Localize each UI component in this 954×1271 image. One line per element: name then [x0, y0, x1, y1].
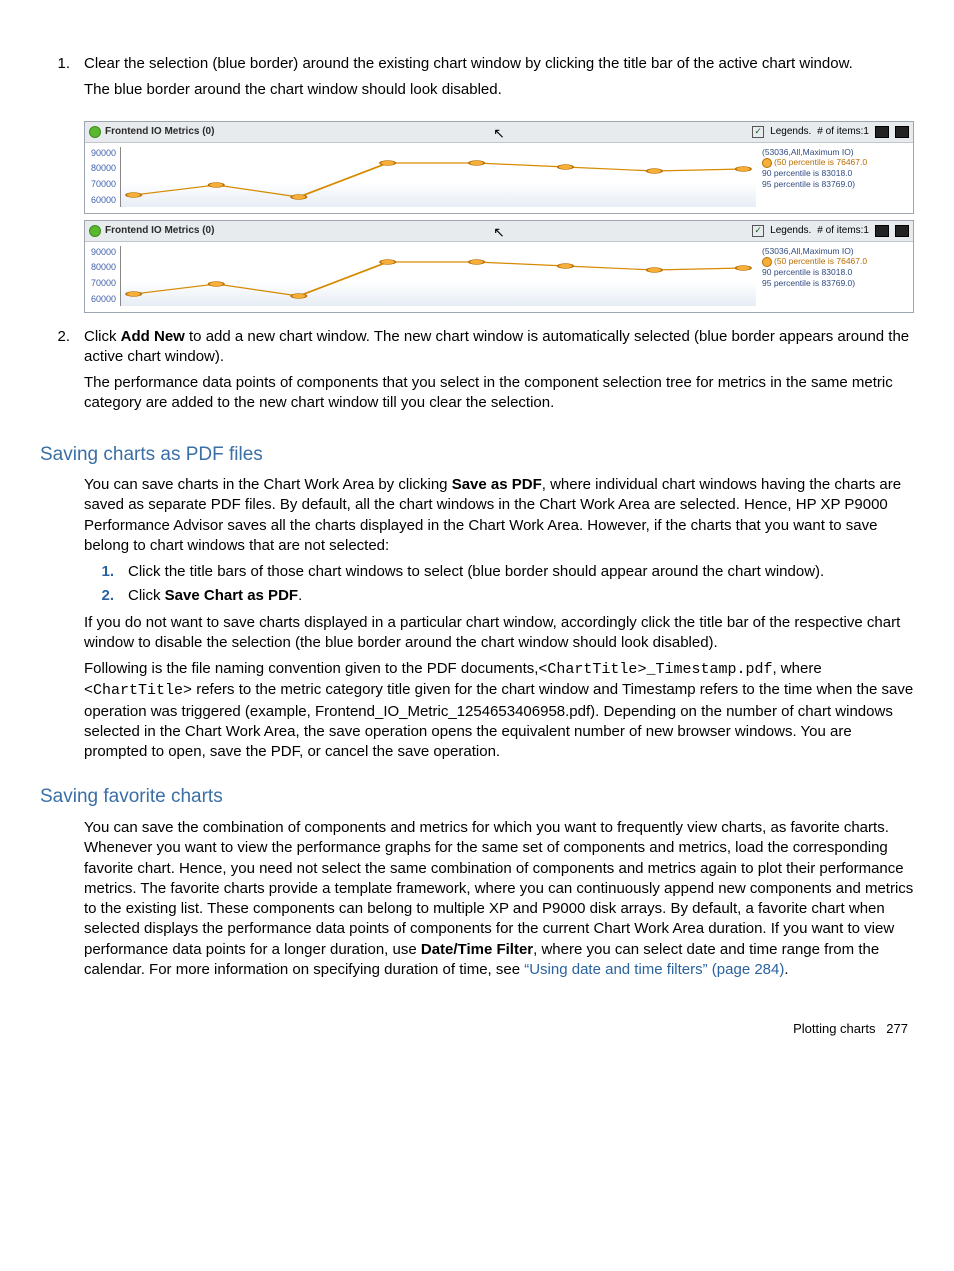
text: Click	[128, 587, 165, 604]
text: .	[784, 961, 788, 978]
chart-legend: (53036,All,Maximum IO) (50 percentile is…	[756, 246, 907, 306]
legend-p95: 95 percentile is 83769.0)	[762, 278, 907, 289]
y-tick: 90000	[91, 246, 116, 258]
text: , where	[772, 660, 821, 677]
date-time-filter-label: Date/Time Filter	[421, 941, 533, 958]
items-count: # of items:1	[817, 125, 869, 139]
y-tick: 60000	[91, 194, 116, 206]
pdf-step-2: 2. Click Save Chart as PDF.	[84, 586, 914, 606]
chart-window: Frontend IO Metrics (0) ↖ ✓ Legends. # o…	[84, 121, 914, 214]
step-2-number: 2.	[40, 327, 84, 420]
legends-checkbox[interactable]: ✓	[752, 225, 764, 237]
legend-series: (53036,All,Maximum IO)	[762, 246, 907, 257]
status-ok-icon	[89, 126, 101, 138]
legend-p95: 95 percentile is 83769.0)	[762, 179, 907, 190]
legend-p50: (50 percentile is 76467.0	[774, 256, 867, 266]
date-time-filters-link[interactable]: “Using date and time filters” (page 284)	[524, 961, 784, 978]
step-1-number: 1.	[40, 54, 84, 107]
page-footer: Plotting charts 277	[40, 1020, 914, 1038]
step-2: 2. Click Add New to add a new chart wind…	[40, 327, 914, 420]
chart-window-titlebar[interactable]: Frontend IO Metrics (0) ↖ ✓ Legends. # o…	[85, 122, 913, 143]
chart-legend: (53036,All,Maximum IO) (50 percentile is…	[756, 147, 907, 207]
y-tick: 70000	[91, 277, 116, 289]
add-new-label: Add New	[121, 328, 185, 345]
section-heading-favorite: Saving favorite charts	[40, 784, 914, 810]
y-axis-ticks: 90000 80000 70000 60000	[91, 147, 120, 207]
footer-label: Plotting charts	[793, 1021, 875, 1036]
y-axis-ticks: 90000 80000 70000 60000	[91, 246, 120, 306]
legend-swatch-icon	[762, 158, 772, 168]
pdf-p4: Following is the file naming convention …	[84, 659, 914, 762]
legend-series: (53036,All,Maximum IO)	[762, 147, 907, 158]
status-ok-icon	[89, 225, 101, 237]
window-close-icon[interactable]	[895, 126, 909, 138]
plot-area	[120, 147, 756, 207]
legends-label: Legends.	[770, 125, 811, 139]
y-tick: 80000	[91, 162, 116, 174]
cursor-arrow-icon: ↖	[493, 124, 505, 143]
items-count: # of items:1	[817, 224, 869, 238]
step-1-text2: The blue border around the chart window …	[84, 80, 914, 100]
text: Following is the file naming convention …	[84, 660, 538, 677]
list-number: 2.	[84, 586, 128, 606]
save-chart-as-pdf-label: Save Chart as PDF	[165, 587, 298, 604]
chart-window-titlebar[interactable]: Frontend IO Metrics (0) ↖ ✓ Legends. # o…	[85, 221, 913, 242]
chart-window: Frontend IO Metrics (0) ↖ ✓ Legends. # o…	[84, 220, 914, 313]
pdf-p1: You can save charts in the Chart Work Ar…	[84, 475, 914, 556]
text: You can save the combination of componen…	[84, 819, 913, 958]
window-maximize-icon[interactable]	[875, 126, 889, 138]
pdf-step-1: 1. Click the title bars of those chart w…	[84, 562, 914, 582]
chart-title: Frontend IO Metrics (0)	[105, 125, 214, 139]
pdf-p3: If you do not want to save charts displa…	[84, 613, 914, 654]
plot-area	[120, 246, 756, 306]
text: refers to the metric category title give…	[84, 681, 913, 760]
chart-windows-figure: Frontend IO Metrics (0) ↖ ✓ Legends. # o…	[84, 121, 914, 313]
window-maximize-icon[interactable]	[875, 225, 889, 237]
text: to add a new chart window. The new chart…	[84, 328, 909, 365]
step-1-text: Clear the selection (blue border) around…	[84, 54, 914, 74]
fav-p1: You can save the combination of componen…	[84, 818, 914, 980]
pdf-step-1-text: Click the title bars of those chart wind…	[128, 562, 914, 582]
y-tick: 90000	[91, 147, 116, 159]
pdf-step-2-text: Click Save Chart as PDF.	[128, 586, 914, 606]
y-tick: 70000	[91, 178, 116, 190]
step-1: 1. Clear the selection (blue border) aro…	[40, 54, 914, 107]
list-number: 1.	[84, 562, 128, 582]
window-close-icon[interactable]	[895, 225, 909, 237]
chart-title: Frontend IO Metrics (0)	[105, 224, 214, 238]
text: You can save charts in the Chart Work Ar…	[84, 476, 452, 493]
legends-label: Legends.	[770, 224, 811, 238]
legend-p90: 90 percentile is 83018.0	[762, 267, 907, 278]
section-heading-pdf: Saving charts as PDF files	[40, 442, 914, 468]
text: .	[298, 587, 302, 604]
step-2-text2: The performance data points of component…	[84, 373, 914, 414]
save-as-pdf-label: Save as PDF	[452, 476, 542, 493]
legend-p50: (50 percentile is 76467.0	[774, 157, 867, 167]
cursor-arrow-icon: ↖	[493, 223, 505, 242]
step-2-text: Click Add New to add a new chart window.…	[84, 327, 914, 368]
text: Click	[84, 328, 121, 345]
legend-p90: 90 percentile is 83018.0	[762, 168, 907, 179]
y-tick: 60000	[91, 293, 116, 305]
code-charttitle: <ChartTitle>	[84, 682, 192, 699]
legends-checkbox[interactable]: ✓	[752, 126, 764, 138]
page-number: 277	[886, 1021, 908, 1036]
code-filename-pattern: <ChartTitle>_Timestamp.pdf	[538, 661, 772, 678]
legend-swatch-icon	[762, 257, 772, 267]
y-tick: 80000	[91, 261, 116, 273]
